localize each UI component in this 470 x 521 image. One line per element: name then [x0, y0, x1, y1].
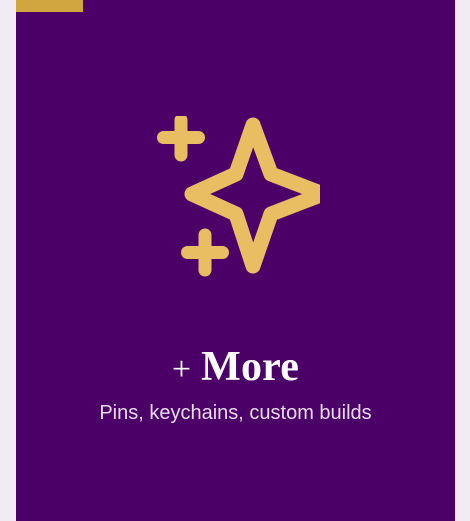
page: + More Pins, keychains, custom builds	[0, 0, 470, 521]
card-title: + More	[16, 338, 455, 405]
title-word: More	[201, 344, 300, 390]
sparkle-icon	[157, 116, 320, 277]
title-plus: +	[171, 351, 192, 388]
accent-bar	[16, 0, 83, 12]
card-subtitle: Pins, keychains, custom builds	[99, 402, 372, 424]
more-products-card[interactable]: + More Pins, keychains, custom builds	[16, 0, 455, 521]
